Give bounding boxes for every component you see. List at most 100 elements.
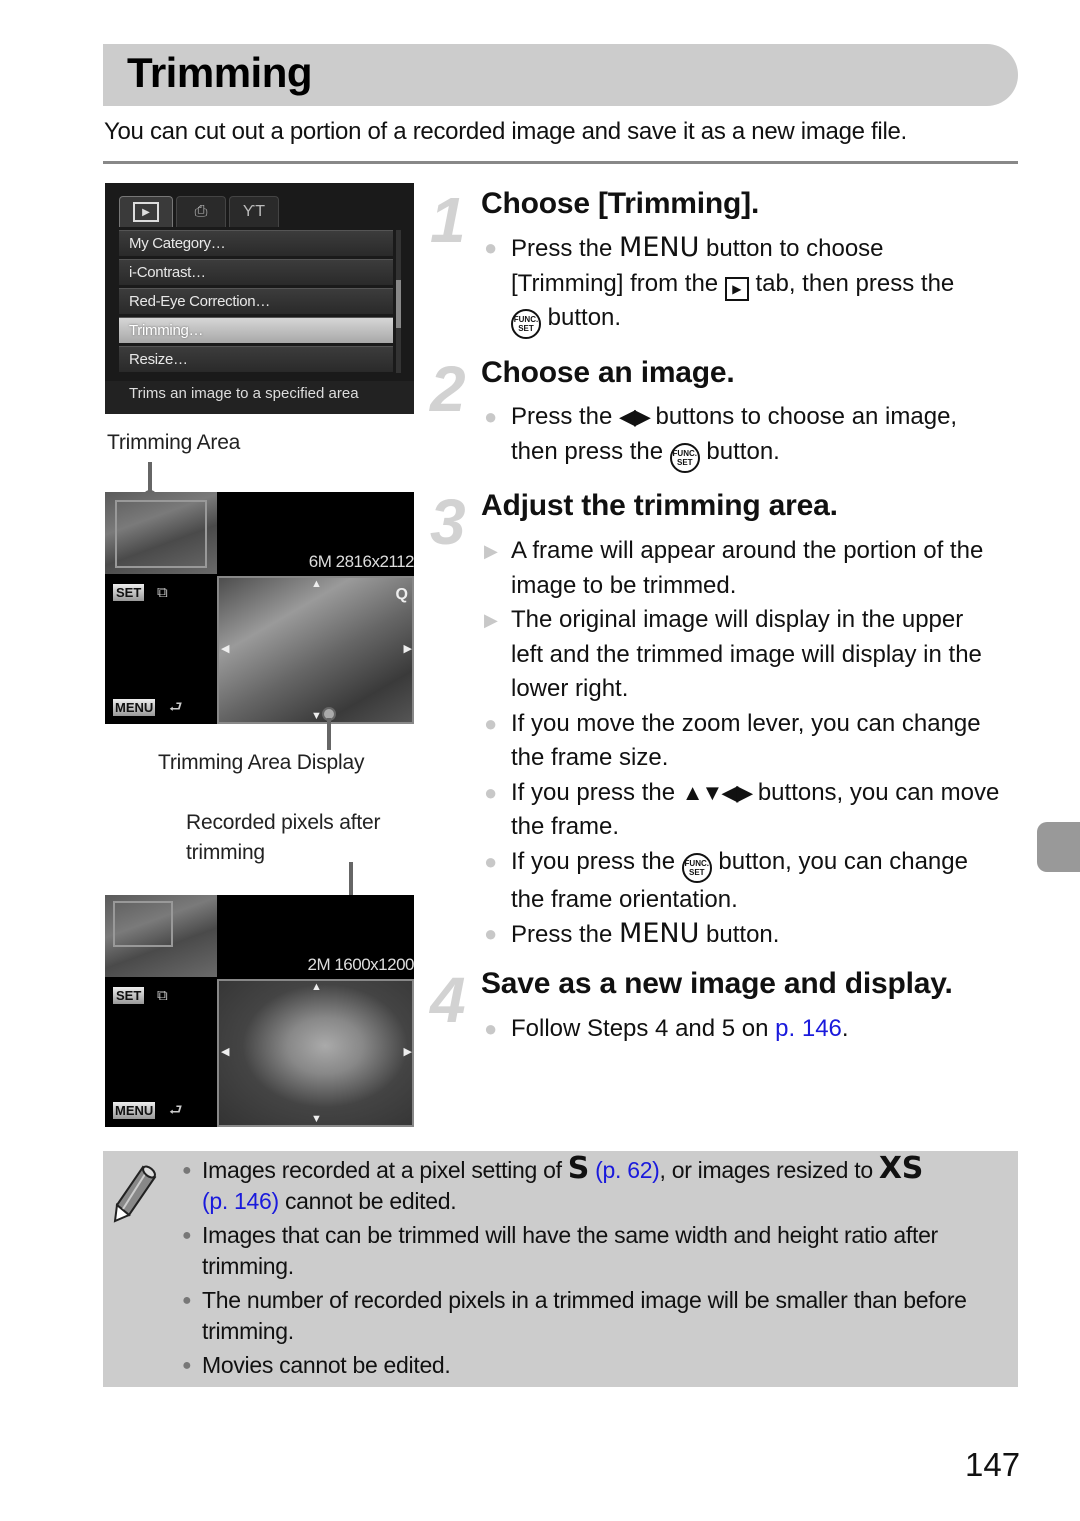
text: . bbox=[841, 1015, 849, 1042]
page-link[interactable]: (p. 62) bbox=[595, 1157, 660, 1183]
step-bullet: ● If you press the FUNC. SET button, you … bbox=[481, 845, 1001, 918]
text: cannot be edited. bbox=[278, 1188, 457, 1214]
note-item: ● Images recorded at a pixel setting of … bbox=[180, 1154, 1010, 1217]
callout-recorded-pixels: Recorded pixels after bbox=[186, 811, 381, 834]
bullet-icon: ● bbox=[182, 1357, 192, 1374]
text: If you press the bbox=[511, 778, 682, 806]
step-bullet: ● Press the MENU button to choose [Trimm… bbox=[481, 231, 1001, 339]
up-arrow-icon: ▲ bbox=[311, 578, 322, 590]
text: The original image will display in the u… bbox=[511, 606, 982, 702]
callout-recorded-pixels-2: trimming bbox=[186, 841, 265, 864]
step-title: Save as a new image and display. bbox=[481, 967, 953, 1000]
callout-line bbox=[327, 718, 331, 750]
bullet-icon: ● bbox=[182, 1292, 192, 1309]
func-set-button-icon: FUNC. SET bbox=[511, 309, 541, 339]
trim-screen-after: 2M 1600x1200 SET ⧉ MENU ⮐ ▲ ◀ ▶ ▼ bbox=[105, 895, 414, 1127]
result-arrow-icon: ▶ bbox=[484, 610, 498, 630]
left-arrow-icon: ◀ bbox=[221, 1046, 230, 1058]
size-s-icon: S bbox=[567, 1151, 590, 1186]
note-item: ● Movies cannot be edited. bbox=[180, 1350, 1010, 1381]
step-body: ● Press the ◀▶ buttons to choose an imag… bbox=[481, 400, 1001, 473]
page-title: Trimming bbox=[127, 49, 313, 96]
menu-scrollbar bbox=[396, 230, 401, 373]
text: If you press the bbox=[511, 847, 682, 875]
bullet-icon: ● bbox=[484, 710, 498, 736]
bullet-icon: ● bbox=[182, 1162, 192, 1179]
print-icon: ⎙ bbox=[194, 203, 208, 220]
text: Movies cannot be edited. bbox=[202, 1352, 451, 1378]
menu-button-icon: MENU bbox=[113, 1102, 156, 1119]
tab-print: ⎙ bbox=[176, 196, 226, 227]
menu-item: i-Contrast… bbox=[119, 259, 393, 285]
right-arrow-icon: ▶ bbox=[403, 1046, 412, 1058]
menu-help-text: Trims an image to a specified area bbox=[105, 381, 414, 414]
note-item: ● The number of recorded pixels in a tri… bbox=[180, 1285, 1010, 1347]
tab-settings: ƳT bbox=[229, 196, 279, 227]
up-arrow-icon: ▲ bbox=[311, 981, 322, 993]
step-title: Choose an image. bbox=[481, 356, 735, 389]
bullet-icon: ● bbox=[484, 235, 498, 260]
menu-button-icon: MENU bbox=[619, 232, 700, 263]
tab-playback: ▶ bbox=[119, 196, 173, 227]
set-button-icon: SET bbox=[113, 987, 145, 1004]
bullet-icon: ● bbox=[484, 1016, 498, 1041]
menu-scrollbar-thumb bbox=[396, 280, 401, 328]
step-bullet: ● Follow Steps 4 and 5 on p. 146. bbox=[481, 1012, 1001, 1047]
text: tab, then press the bbox=[748, 269, 955, 297]
trim-screen-before: 6M 2816x2112 SET ⧉ MENU ⮐ ▲ ◀ ▶ ▼ Q bbox=[105, 492, 414, 724]
bullet-icon: ● bbox=[484, 404, 498, 429]
rotate-frame-icon: ⧉ bbox=[157, 584, 168, 601]
left-right-buttons-icon: ◀▶ bbox=[619, 404, 651, 429]
callout-trimming-area-display: Trimming Area Display bbox=[158, 751, 365, 774]
result-arrow-icon: ▶ bbox=[484, 541, 498, 561]
text: A frame will appear around the portion o… bbox=[511, 537, 984, 599]
right-arrow-icon: ▶ bbox=[403, 643, 412, 655]
step-bullet: ● Press the MENU button. bbox=[481, 917, 1001, 953]
step-number: 4 bbox=[430, 964, 466, 1036]
pixel-readout: 2M 1600x1200 bbox=[307, 955, 414, 974]
menu-item: My Category… bbox=[119, 230, 393, 256]
menu-button-icon: MENU bbox=[619, 918, 700, 949]
camera-menu-screenshot: ▶ ⎙ ƳT My Category… i-Contrast… Red-Eye … bbox=[105, 183, 414, 414]
down-arrow-icon: ▼ bbox=[311, 710, 322, 722]
menu-tabs: ▶ ⎙ ƳT bbox=[119, 196, 282, 227]
text: Press the bbox=[511, 921, 620, 948]
menu-item: Red-Eye Correction… bbox=[119, 288, 393, 314]
note-item: ● Images that can be trimmed will have t… bbox=[180, 1220, 1010, 1282]
text: Press the bbox=[511, 403, 620, 430]
text: Press the bbox=[511, 235, 620, 262]
func-set-button-icon: FUNC. SET bbox=[681, 852, 712, 883]
set-button-icon: SET bbox=[113, 584, 145, 601]
page-link[interactable]: (p. 146) bbox=[202, 1188, 279, 1214]
page-link[interactable]: p. 146 bbox=[775, 1015, 842, 1042]
menu-item-selected: Trimming… bbox=[119, 317, 393, 343]
trimming-area-frame bbox=[115, 500, 207, 568]
divider bbox=[103, 161, 1018, 164]
play-icon: ▶ bbox=[133, 202, 159, 222]
func-set-button-icon: FUNC. SET bbox=[669, 442, 700, 473]
step-number: 2 bbox=[430, 353, 466, 425]
menu-button-icon: MENU bbox=[113, 699, 156, 716]
bullet-icon: ● bbox=[182, 1227, 192, 1244]
text: The number of recorded pixels in a trimm… bbox=[202, 1287, 967, 1344]
original-image-thumbnail bbox=[105, 492, 217, 574]
playback-tab-icon: ▶ bbox=[724, 276, 749, 301]
menu-item: Resize… bbox=[119, 346, 393, 372]
pencil-icon bbox=[113, 1165, 157, 1223]
original-image-thumbnail bbox=[105, 895, 217, 977]
rotate-frame-icon: ⧉ bbox=[157, 987, 168, 1004]
down-arrow-icon: ▼ bbox=[311, 1113, 322, 1125]
chapter-tab-marker bbox=[1037, 822, 1080, 872]
bullet-icon: ● bbox=[484, 921, 498, 946]
callout-trimming-area: Trimming Area bbox=[107, 431, 241, 454]
step-result: ▶ The original image will display in the… bbox=[481, 603, 1001, 707]
step-bullet: ● If you move the zoom lever, you can ch… bbox=[481, 707, 1001, 776]
return-icon: ⮐ bbox=[169, 699, 183, 716]
step-body: ● Press the MENU button to choose [Trimm… bbox=[481, 231, 1001, 339]
step-number: 3 bbox=[430, 486, 466, 558]
text: Follow Steps 4 and 5 on bbox=[511, 1015, 776, 1042]
text: If you move the zoom lever, you can chan… bbox=[511, 709, 981, 772]
pixel-readout: 6M 2816x2112 bbox=[308, 552, 414, 571]
note-list: ● Images recorded at a pixel setting of … bbox=[180, 1154, 1010, 1384]
menu-list: My Category… i-Contrast… Red-Eye Correct… bbox=[119, 230, 393, 375]
